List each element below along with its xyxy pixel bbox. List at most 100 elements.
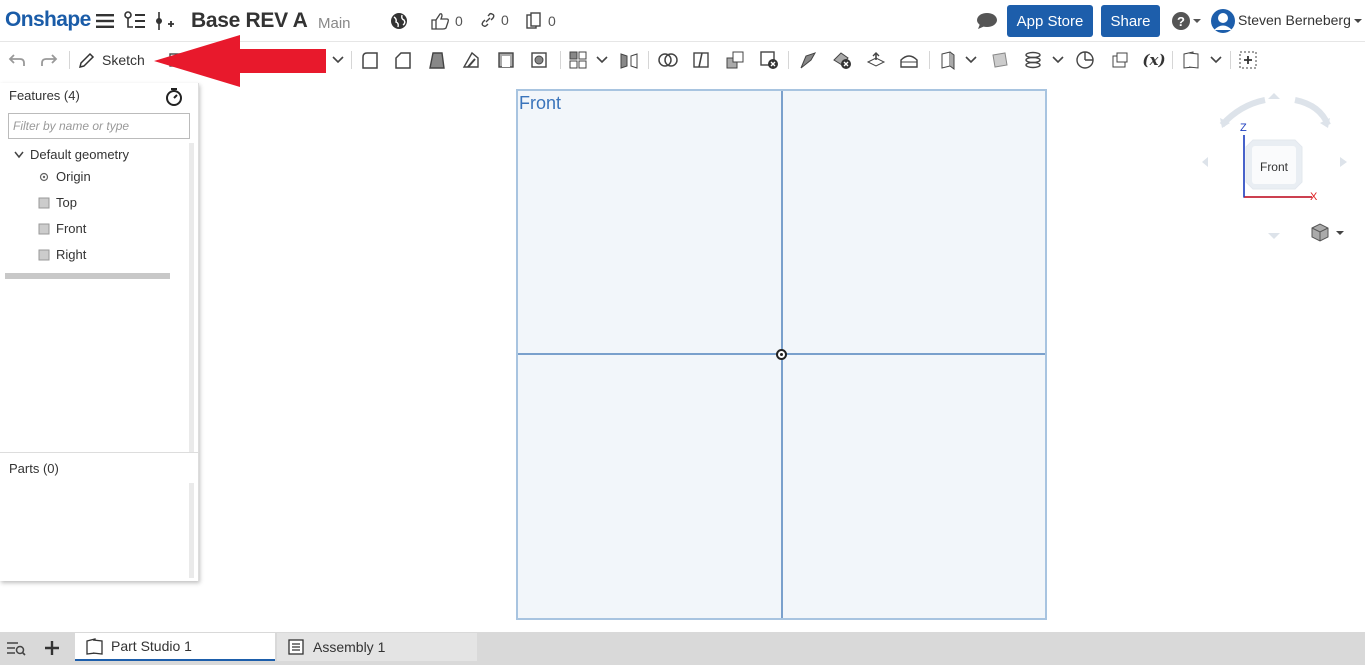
assembly-icon bbox=[288, 639, 304, 655]
feature-list-icon[interactable] bbox=[124, 10, 146, 32]
copies-count: 0 bbox=[548, 13, 556, 29]
user-menu-chevron-icon[interactable] bbox=[1352, 10, 1364, 32]
draft-tool-icon[interactable] bbox=[426, 49, 448, 71]
fillet-tool-icon[interactable] bbox=[359, 49, 381, 71]
plane-tool-icon[interactable] bbox=[937, 49, 959, 71]
thumbs-up-icon bbox=[431, 13, 449, 30]
add-custom-feature-icon[interactable] bbox=[1237, 49, 1259, 71]
undo-icon[interactable] bbox=[6, 49, 28, 71]
likes-counter[interactable]: 0 bbox=[430, 12, 463, 30]
move-face-tool-icon[interactable] bbox=[865, 49, 887, 71]
red-arrow-annotation-icon bbox=[154, 35, 326, 87]
links-count: 0 bbox=[501, 12, 509, 28]
avatar[interactable] bbox=[1210, 8, 1236, 34]
mirror-tool-icon[interactable] bbox=[618, 49, 640, 71]
tab-label: Assembly 1 bbox=[313, 639, 386, 655]
feature-item-label: Right bbox=[56, 247, 87, 262]
onshape-logo[interactable]: Onshape bbox=[5, 8, 91, 32]
split-tool-icon[interactable] bbox=[690, 49, 712, 71]
plane-icon bbox=[38, 249, 50, 260]
insert-feature-icon[interactable] bbox=[154, 10, 176, 32]
tab-manager-icon[interactable] bbox=[6, 640, 26, 661]
svg-text:?: ? bbox=[1177, 14, 1185, 29]
modify-fillet-tool-icon[interactable] bbox=[797, 49, 819, 71]
shell-tool-icon[interactable] bbox=[495, 49, 517, 71]
globe-icon[interactable] bbox=[388, 10, 410, 32]
feature-panel: Features (4) Default geometry Origin Top… bbox=[0, 83, 199, 581]
part-studio-icon bbox=[86, 638, 103, 655]
z-axis-label: Z bbox=[1240, 122, 1247, 134]
plane-icon bbox=[38, 223, 50, 234]
plane-label: Front bbox=[519, 93, 562, 113]
comments-icon[interactable] bbox=[976, 10, 998, 32]
feature-item-label: Front bbox=[56, 221, 87, 236]
branch-label[interactable]: Main bbox=[318, 15, 351, 32]
horizontal-scrollbar[interactable] bbox=[5, 273, 170, 279]
group-label: Default geometry bbox=[30, 147, 129, 162]
sketch-button[interactable]: Sketch bbox=[78, 48, 145, 72]
cube-icon bbox=[1311, 223, 1344, 242]
redo-icon[interactable] bbox=[38, 49, 60, 71]
origin-icon bbox=[39, 172, 49, 181]
chamfer-tool-icon[interactable] bbox=[392, 49, 414, 71]
help-menu[interactable]: ? bbox=[1170, 10, 1202, 32]
add-tab-icon[interactable] bbox=[44, 640, 60, 661]
feature-item-origin[interactable]: Origin bbox=[38, 169, 91, 184]
curve-dropdown-chevron-icon[interactable] bbox=[1050, 49, 1066, 71]
copies-counter[interactable]: 0 bbox=[525, 12, 556, 30]
link-icon bbox=[481, 12, 495, 28]
document-title[interactable]: Base REV A bbox=[191, 9, 308, 33]
delete-part-tool-icon[interactable] bbox=[758, 49, 780, 71]
feature-item-top[interactable]: Top bbox=[38, 195, 77, 210]
transform-tool-icon[interactable] bbox=[724, 49, 746, 71]
app-store-button[interactable]: App Store bbox=[1007, 5, 1093, 37]
pencil-icon bbox=[78, 52, 95, 69]
parts-title[interactable]: Parts (0) bbox=[9, 461, 59, 476]
replace-face-tool-icon[interactable] bbox=[898, 49, 920, 71]
help-icon: ? bbox=[1172, 12, 1201, 30]
custom-features-icon[interactable] bbox=[1180, 49, 1202, 71]
view-cube-face-label[interactable]: Front bbox=[1252, 160, 1296, 174]
tab-label: Part Studio 1 bbox=[111, 638, 192, 654]
pattern-tool-icon[interactable] bbox=[567, 49, 589, 71]
helix-tool-icon[interactable] bbox=[1022, 49, 1044, 71]
boolean-tool-icon[interactable] bbox=[657, 49, 679, 71]
default-geometry-group[interactable]: Default geometry bbox=[14, 147, 129, 162]
parts-scrollbar[interactable] bbox=[189, 483, 194, 578]
tab-part-studio-1[interactable]: Part Studio 1 bbox=[75, 633, 275, 661]
features-title: Features (4) bbox=[9, 88, 80, 103]
tool-dropdown-chevron-icon[interactable] bbox=[330, 49, 346, 71]
likes-count: 0 bbox=[455, 13, 463, 29]
variable-tool-icon[interactable]: (x) bbox=[1142, 49, 1166, 71]
mate-connector-tool-icon[interactable] bbox=[1109, 49, 1131, 71]
surface-tool-icon[interactable] bbox=[989, 49, 1011, 71]
svg-text:(x): (x) bbox=[1142, 51, 1165, 69]
plane-dropdown-chevron-icon[interactable] bbox=[963, 49, 979, 71]
rib-tool-icon[interactable] bbox=[460, 49, 482, 71]
rollback-timer-icon[interactable] bbox=[164, 87, 184, 112]
vertical-scrollbar[interactable] bbox=[189, 143, 194, 453]
panel-divider[interactable] bbox=[0, 452, 199, 453]
measure-tool-icon[interactable] bbox=[1074, 49, 1096, 71]
tab-assembly-1[interactable]: Assembly 1 bbox=[277, 633, 477, 661]
plane-icon bbox=[38, 197, 50, 208]
view-options-menu[interactable] bbox=[1308, 222, 1346, 249]
feature-item-label: Top bbox=[56, 195, 77, 210]
feature-item-front[interactable]: Front bbox=[38, 221, 86, 236]
hole-tool-icon[interactable] bbox=[528, 49, 550, 71]
menu-icon[interactable] bbox=[94, 10, 116, 32]
feature-filter-input[interactable] bbox=[8, 113, 190, 139]
feature-item-right[interactable]: Right bbox=[38, 247, 86, 262]
delete-face-tool-icon[interactable] bbox=[831, 49, 853, 71]
share-button[interactable]: Share bbox=[1101, 5, 1160, 37]
sketch-label: Sketch bbox=[102, 52, 145, 68]
tab-bar: Part Studio 1 Assembly 1 bbox=[0, 632, 1365, 665]
links-counter[interactable]: 0 bbox=[480, 12, 509, 28]
feature-item-label: Origin bbox=[56, 169, 91, 184]
custom-features-chevron-icon[interactable] bbox=[1208, 49, 1224, 71]
pattern-dropdown-chevron-icon[interactable] bbox=[594, 49, 610, 71]
origin-point[interactable] bbox=[776, 349, 787, 360]
chevron-down-icon bbox=[14, 151, 24, 158]
user-name[interactable]: Steven Berneberg bbox=[1238, 12, 1351, 28]
x-axis-label: X bbox=[1310, 191, 1318, 203]
